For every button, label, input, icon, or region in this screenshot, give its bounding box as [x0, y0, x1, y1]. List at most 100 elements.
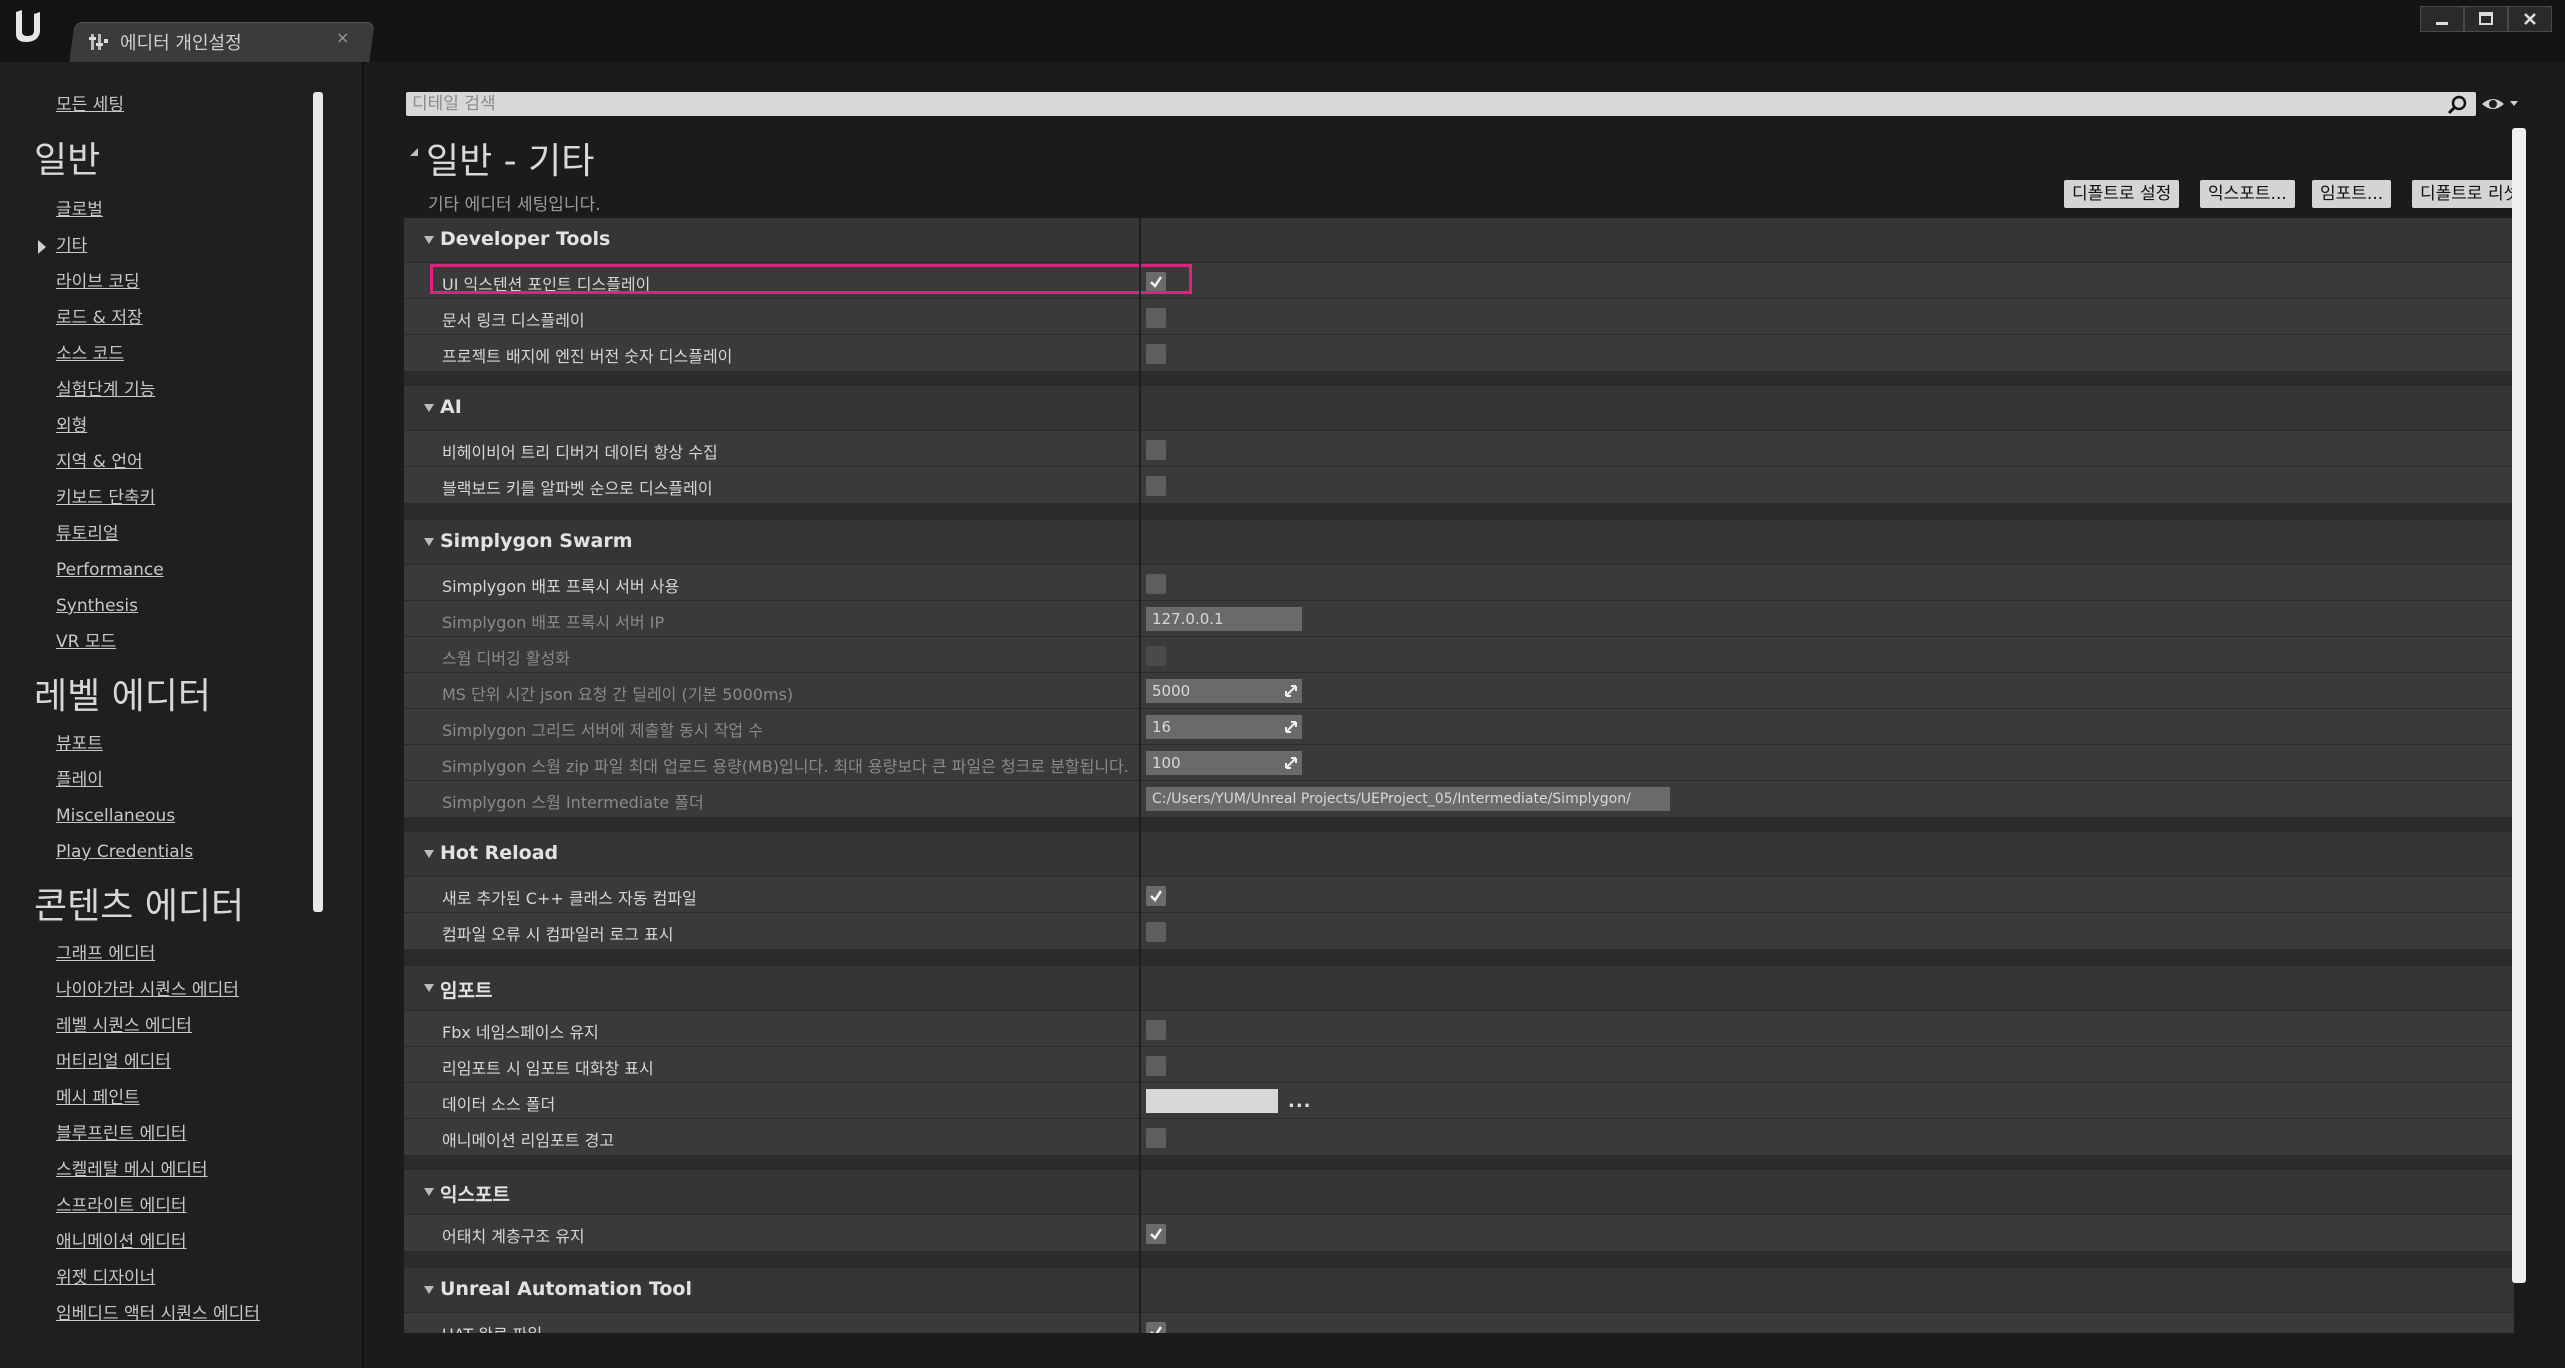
browse-button[interactable]: ...: [1288, 1091, 1312, 1112]
sidebar-item[interactable]: 소스 코드: [56, 343, 124, 365]
setting-label: UAT 완료 파일: [442, 1321, 542, 1333]
set-as-default-button[interactable]: 디폴트로 설정: [2064, 180, 2180, 208]
setting-label: 컴파일 오류 시 컴파일러 로그 표시: [442, 925, 674, 944]
section-description: 기타 에디터 세팅입니다.: [428, 195, 601, 215]
number-field: 16: [1146, 715, 1302, 739]
sidebar-item[interactable]: 머티리얼 에디터: [56, 1051, 171, 1073]
setting-checkbox[interactable]: [1146, 886, 1166, 906]
sidebar-item[interactable]: 레벨 시퀀스 에디터: [56, 1015, 192, 1037]
sidebar-item[interactable]: 키보드 단축키: [56, 487, 155, 509]
setting-checkbox: [1146, 646, 1166, 666]
setting-label: Fbx 네임스페이스 유지: [442, 1023, 599, 1042]
setting-row: 어태치 계층구조 유지: [404, 1214, 2514, 1251]
setting-label: Simplygon 스웜 zip 파일 최대 업로드 용량(MB)입니다. 최대…: [442, 757, 1129, 776]
sidebar-item[interactable]: 튜토리얼: [56, 523, 119, 545]
setting-checkbox[interactable]: [1146, 574, 1166, 594]
search-bar[interactable]: [406, 92, 2476, 116]
setting-row: MS 단위 시간 json 요청 간 딜레이 (기본 5000ms) 5000: [404, 672, 2514, 709]
sidebar-item-selected[interactable]: 기타: [56, 235, 87, 257]
import-button[interactable]: 임포트...: [2312, 180, 2392, 208]
panel-scrollbar[interactable]: [2512, 128, 2526, 1283]
sidebar-item[interactable]: 메시 페인트: [56, 1087, 140, 1109]
group-header-unreal-automation-tool[interactable]: Unreal Automation Tool: [404, 1268, 2514, 1312]
sidebar-item[interactable]: 뷰포트: [56, 733, 103, 755]
group-header-export[interactable]: 익스포트: [404, 1170, 2514, 1214]
settings-sliders-icon: [89, 34, 108, 50]
section-title: 일반 - 기타: [426, 141, 595, 182]
sidebar-item[interactable]: Play Credentials: [56, 841, 193, 863]
editor-tab-content[interactable]: 에디터 개인설정: [88, 22, 242, 62]
group-header-developer-tools[interactable]: Developer Tools: [404, 218, 2514, 262]
setting-checkbox[interactable]: [1146, 308, 1166, 328]
number-value: 16: [1152, 718, 1172, 736]
checkmark-icon: [1150, 890, 1163, 902]
sidebar-category-level-editor: 레벨 에디터: [34, 676, 212, 717]
maximize-button[interactable]: [2464, 6, 2508, 32]
minimize-button[interactable]: [2420, 6, 2464, 32]
sidebar-item[interactable]: 위젯 디자이너: [56, 1267, 155, 1289]
collapse-arrow-icon: [424, 236, 434, 244]
setting-row: 새로 추가된 C++ 클래스 자동 컴파일: [404, 876, 2514, 913]
view-options-eye-icon[interactable]: [2480, 92, 2524, 116]
close-window-button[interactable]: [2508, 6, 2552, 32]
drag-spin-icon: [1285, 757, 1297, 769]
sidebar-item[interactable]: 로드 & 저장: [56, 307, 143, 329]
collapse-arrow-icon: [424, 1188, 434, 1196]
setting-row: 컴파일 오류 시 컴파일러 로그 표시: [404, 912, 2514, 949]
selected-arrow-icon: [38, 240, 46, 254]
setting-row: Simplygon 스웜 Intermediate 폴더 C:/Users/YU…: [404, 780, 2514, 817]
collapse-arrow-icon: [424, 984, 434, 992]
sidebar-item[interactable]: 스켈레탈 메시 에디터: [56, 1159, 208, 1181]
setting-checkbox[interactable]: [1146, 1056, 1166, 1076]
setting-label: 스웜 디버깅 활성화: [442, 649, 570, 668]
sidebar-item[interactable]: 애니메이션 에디터: [56, 1231, 187, 1253]
sidebar-scrollbar[interactable]: [313, 92, 323, 912]
group-header-hot-reload[interactable]: Hot Reload: [404, 832, 2514, 876]
export-button[interactable]: 익스포트...: [2200, 180, 2295, 208]
sidebar-item[interactable]: 지역 & 언어: [56, 451, 143, 473]
setting-label: Simplygon 그리드 서버에 제출할 동시 작업 수: [442, 721, 763, 740]
sidebar-item[interactable]: 그래프 에디터: [56, 943, 155, 965]
data-source-folder-field[interactable]: [1146, 1089, 1278, 1113]
setting-checkbox[interactable]: [1146, 476, 1166, 496]
proxy-ip-field: 127.0.0.1: [1146, 607, 1302, 631]
setting-checkbox[interactable]: [1146, 1020, 1166, 1040]
tab-close-icon[interactable]: ×: [336, 28, 349, 47]
sidebar-item[interactable]: 글로벌: [56, 199, 103, 221]
sidebar-item[interactable]: 블루프린트 에디터: [56, 1123, 187, 1145]
setting-checkbox[interactable]: [1146, 1128, 1166, 1148]
sidebar-item[interactable]: Synthesis: [56, 595, 138, 617]
sidebar-item[interactable]: 외형: [56, 415, 87, 437]
sidebar-item[interactable]: 플레이: [56, 769, 103, 791]
group-header-import[interactable]: 임포트: [404, 966, 2514, 1010]
sidebar-item[interactable]: Performance: [56, 559, 164, 581]
setting-checkbox[interactable]: [1146, 440, 1166, 460]
sidebar-item[interactable]: 스프라이트 에디터: [56, 1195, 187, 1217]
setting-checkbox[interactable]: [1146, 1224, 1166, 1244]
setting-checkbox[interactable]: [1146, 922, 1166, 942]
sidebar-category-content-editor: 콘텐츠 에디터: [34, 886, 245, 927]
group-header-ai[interactable]: AI: [404, 386, 2514, 430]
sidebar-item-all-settings[interactable]: 모든 세팅: [56, 94, 124, 116]
tab-title: 에디터 개인설정: [120, 33, 242, 54]
checkmark-icon: [1150, 1228, 1163, 1240]
search-input[interactable]: [412, 92, 2402, 116]
setting-label: 데이터 소스 폴더: [442, 1095, 556, 1114]
sidebar-item[interactable]: 나이아가라 시퀀스 에디터: [56, 979, 239, 1001]
sidebar-category-general: 일반: [34, 140, 101, 181]
search-icon[interactable]: [2446, 94, 2468, 116]
sidebar-item[interactable]: 라이브 코딩: [56, 271, 140, 293]
setting-checkbox[interactable]: [1146, 344, 1166, 364]
setting-checkbox[interactable]: [1146, 1322, 1166, 1333]
collapse-arrow-icon: [424, 404, 434, 412]
column-splitter[interactable]: [1139, 218, 1141, 1333]
sidebar-item[interactable]: 임베디드 액터 시퀀스 에디터: [56, 1303, 260, 1325]
section-collapse-arrow-icon[interactable]: [410, 148, 418, 156]
sidebar-item[interactable]: VR 모드: [56, 631, 116, 653]
setting-row: 비헤이비어 트리 디버거 데이터 항상 수집: [404, 430, 2514, 467]
sidebar-item[interactable]: Miscellaneous: [56, 805, 175, 827]
reset-to-default-button[interactable]: 디폴트로 리셋: [2412, 180, 2516, 208]
sidebar-item[interactable]: 실험단계 기능: [56, 379, 155, 401]
setting-row: Simplygon 배포 프록시 서버 사용: [404, 564, 2514, 601]
group-header-simplygon-swarm[interactable]: Simplygon Swarm: [404, 520, 2514, 564]
